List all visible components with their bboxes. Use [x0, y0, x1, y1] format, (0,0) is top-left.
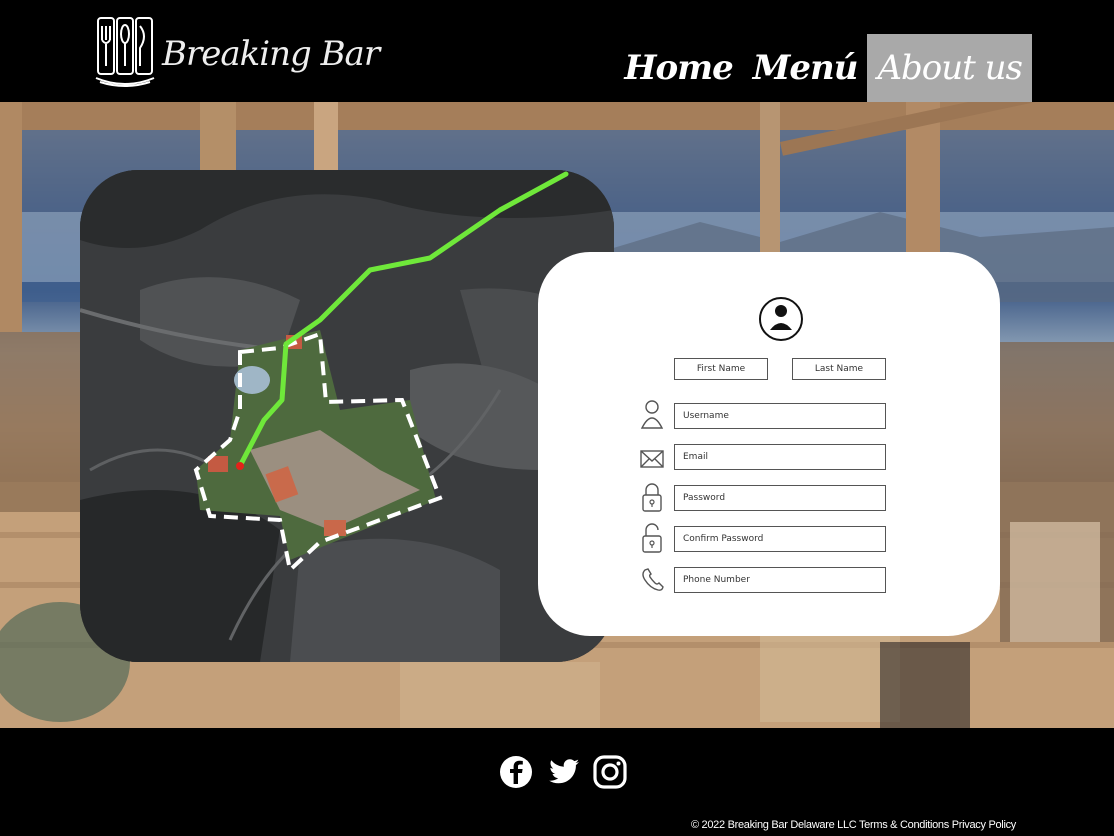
first-name-field[interactable]: First Name [674, 358, 768, 380]
envelope-icon [640, 450, 664, 468]
nav-menu[interactable]: Menú [743, 34, 868, 102]
person-icon [640, 400, 664, 429]
registration-form: First Name Last Name Username Email Pass… [538, 252, 1000, 636]
user-avatar-icon [759, 297, 803, 341]
unlock-icon [642, 523, 662, 553]
location-map[interactable] [80, 170, 614, 662]
instagram-icon[interactable] [592, 754, 628, 790]
last-name-field[interactable]: Last Name [792, 358, 886, 380]
site-footer: © 2022 Breaking Bar Delaware LLC Terms &… [0, 728, 1114, 836]
phone-number-field[interactable]: Phone Number [674, 567, 886, 593]
confirm-password-field[interactable]: Confirm Password [674, 526, 886, 552]
logo-icon[interactable] [94, 12, 156, 88]
terms-link[interactable]: Terms & Conditions [859, 819, 949, 831]
site-header: Breaking Bar Home Menú About us [0, 0, 1114, 102]
nav-about-us[interactable]: About us [867, 34, 1032, 102]
email-field[interactable]: Email [674, 444, 886, 470]
main-nav: Home Menú About us [614, 34, 1032, 102]
facebook-icon[interactable] [498, 754, 534, 790]
footer-legal: © 2022 Breaking Bar Delaware LLC Terms &… [691, 819, 1016, 831]
lock-icon [642, 483, 662, 512]
username-field[interactable]: Username [674, 403, 886, 429]
satellite-map [80, 170, 614, 662]
privacy-link[interactable]: Privacy Policy [952, 819, 1017, 831]
password-field[interactable]: Password [674, 485, 886, 511]
phone-icon [642, 568, 664, 591]
twitter-icon[interactable] [546, 754, 582, 790]
copyright-text: © 2022 Breaking Bar Delaware LLC [690, 819, 857, 831]
brand-name: Breaking Bar [162, 34, 380, 74]
nav-home[interactable]: Home [614, 34, 742, 102]
